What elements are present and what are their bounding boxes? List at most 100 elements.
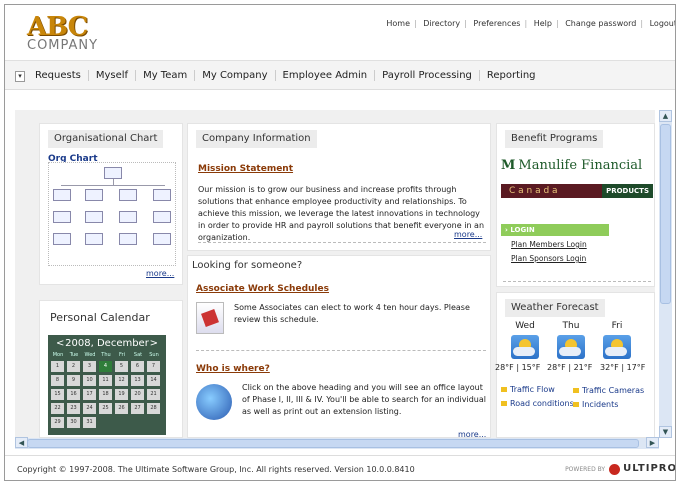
copyright-text: Copyright © 1997-2008. The Ultimate Soft… bbox=[17, 465, 415, 474]
scroll-up-button[interactable]: ▲ bbox=[659, 110, 672, 122]
weekday-label: Thu bbox=[101, 352, 111, 358]
calendar-day[interactable]: 16 bbox=[67, 389, 80, 400]
scroll-right-button[interactable]: ▶ bbox=[646, 437, 659, 448]
calendar-day[interactable]: 12 bbox=[115, 375, 128, 386]
calendar-day[interactable]: 14 bbox=[147, 375, 160, 386]
plan-members-login-link[interactable]: Plan Members Login bbox=[511, 240, 587, 249]
org-box bbox=[53, 211, 71, 223]
horizontal-scroll-thumb[interactable] bbox=[27, 439, 639, 448]
separator: | bbox=[640, 19, 644, 28]
divider bbox=[198, 242, 486, 243]
country-label: C a n a d a bbox=[509, 186, 558, 196]
who-is-where-more-link[interactable]: more... bbox=[458, 430, 486, 438]
change-password-link[interactable]: Change password bbox=[565, 19, 636, 28]
org-chart-more-link[interactable]: more... bbox=[146, 269, 174, 278]
calendar-day[interactable]: 13 bbox=[131, 375, 144, 386]
road-conditions-link[interactable]: Road conditions bbox=[501, 399, 574, 408]
nav-item-my-team[interactable]: My Team bbox=[135, 70, 194, 81]
next-month-button[interactable]: > bbox=[150, 337, 158, 351]
calendar-day[interactable]: 8 bbox=[51, 375, 64, 386]
calendar-day[interactable]: 9 bbox=[67, 375, 80, 386]
mission-text: Our mission is to grow our business and … bbox=[198, 185, 485, 242]
calendar-day[interactable]: 11 bbox=[99, 375, 112, 386]
calendar-day[interactable]: 4 bbox=[99, 361, 112, 372]
panel-title: Weather Forecast bbox=[505, 299, 605, 317]
org-box bbox=[53, 189, 71, 201]
nav-item-reporting[interactable]: Reporting bbox=[478, 70, 543, 81]
company-logo[interactable]: ABC COMPANY bbox=[27, 14, 117, 55]
calendar-day[interactable]: 10 bbox=[83, 375, 96, 386]
calendar-day[interactable]: 5 bbox=[115, 361, 128, 372]
company-info-panel: Company Information Mission Statement Ou… bbox=[187, 123, 491, 251]
calendar-day[interactable]: 25 bbox=[99, 403, 112, 414]
browser-frame: ABC COMPANY Home | Directory | Preferences… bbox=[4, 4, 676, 481]
pencil-icon bbox=[201, 309, 219, 327]
org-box bbox=[85, 189, 103, 201]
help-link[interactable]: Help bbox=[534, 19, 552, 28]
products-label[interactable]: PRODUCTS bbox=[602, 184, 653, 198]
calendar-day[interactable]: 1 bbox=[51, 361, 64, 372]
home-link[interactable]: Home bbox=[386, 19, 410, 28]
calendar-day[interactable]: 15 bbox=[51, 389, 64, 400]
calendar-day[interactable]: 3 bbox=[83, 361, 96, 372]
calendar-day[interactable]: 26 bbox=[115, 403, 128, 414]
brand-name: ULTIPRO bbox=[623, 463, 676, 474]
org-chart-thumbnail[interactable] bbox=[48, 162, 176, 266]
calendar-day[interactable]: 7 bbox=[147, 361, 160, 372]
calendar-panel: Personal Calendar < 2008, December > Mon… bbox=[39, 300, 183, 438]
traffic-cameras-link[interactable]: Traffic Cameras bbox=[573, 386, 644, 395]
manulife-logo[interactable]: M Manulife Financial bbox=[501, 158, 642, 173]
work-schedules-link[interactable]: Associate Work Schedules bbox=[196, 284, 329, 294]
calendar-day[interactable]: 20 bbox=[131, 389, 144, 400]
who-is-where-link[interactable]: Who is where? bbox=[196, 364, 270, 374]
calendar-day[interactable]: 6 bbox=[131, 361, 144, 372]
calendar-day[interactable]: 17 bbox=[83, 389, 96, 400]
canada-banner: C a n a d a PRODUCTS bbox=[501, 184, 653, 198]
incidents-link[interactable]: Incidents bbox=[573, 400, 618, 409]
calendar-day[interactable]: 28 bbox=[147, 403, 160, 414]
calendar-day[interactable]: 21 bbox=[147, 389, 160, 400]
weather-day-thu: Thu bbox=[562, 321, 580, 331]
calendar-day[interactable]: 30 bbox=[67, 417, 80, 428]
calendar-day[interactable]: 23 bbox=[67, 403, 80, 414]
nav-item-myself[interactable]: Myself bbox=[87, 70, 135, 81]
horizontal-scrollbar[interactable]: ◀ ▶ bbox=[15, 437, 659, 449]
plan-sponsors-login-link[interactable]: Plan Sponsors Login bbox=[511, 254, 586, 263]
nav-item-employee-admin[interactable]: Employee Admin bbox=[274, 70, 375, 81]
calendar-day[interactable]: 2 bbox=[67, 361, 80, 372]
logout-link[interactable]: Logout bbox=[650, 19, 675, 28]
mission-statement-link[interactable]: Mission Statement bbox=[198, 164, 293, 174]
login-bar: › LOGIN bbox=[501, 224, 609, 236]
looking-for-someone-panel: Looking for someone? Associate Work Sche… bbox=[187, 255, 491, 438]
calendar-day[interactable]: 19 bbox=[115, 389, 128, 400]
traffic-flow-link[interactable]: Traffic Flow bbox=[501, 385, 555, 394]
nav-toggle-button[interactable]: ▾ bbox=[15, 71, 25, 82]
nav-item-my-company[interactable]: My Company bbox=[194, 70, 274, 81]
calendar-day[interactable]: 24 bbox=[83, 403, 96, 414]
mission-more-link[interactable]: more... bbox=[454, 230, 482, 239]
nav-item-payroll-processing[interactable]: Payroll Processing bbox=[374, 70, 479, 81]
separator: | bbox=[555, 19, 559, 28]
directory-link[interactable]: Directory bbox=[423, 19, 460, 28]
calendar-day[interactable]: 18 bbox=[99, 389, 112, 400]
calendar-day[interactable]: 29 bbox=[51, 417, 64, 428]
org-box bbox=[119, 233, 137, 245]
page-footer: Copyright © 1997-2008. The Ultimate Soft… bbox=[5, 455, 676, 480]
nav-item-requests[interactable]: Requests bbox=[35, 70, 88, 81]
vertical-scrollbar[interactable]: ▲ ▼ bbox=[659, 110, 672, 438]
preferences-link[interactable]: Preferences bbox=[473, 19, 520, 28]
calendar-day[interactable]: 22 bbox=[51, 403, 64, 414]
separator: | bbox=[464, 19, 467, 28]
main-nav: ▾ Requests Myself My Team My Company Employe… bbox=[5, 60, 675, 90]
scroll-down-button[interactable]: ▼ bbox=[659, 426, 672, 438]
calendar-day[interactable]: 31 bbox=[83, 417, 96, 428]
provider-name: Manulife Financial bbox=[518, 158, 643, 173]
calendar-day[interactable]: 27 bbox=[131, 403, 144, 414]
logo-sub-text: COMPANY bbox=[27, 38, 99, 53]
org-box bbox=[153, 211, 171, 223]
prev-month-button[interactable]: < bbox=[56, 337, 64, 351]
weekday-label: Sun bbox=[149, 352, 159, 358]
separator: | bbox=[524, 19, 528, 28]
page-header: ABC COMPANY Home | Directory | Preferences… bbox=[5, 5, 675, 60]
vertical-scroll-thumb[interactable] bbox=[660, 124, 671, 304]
